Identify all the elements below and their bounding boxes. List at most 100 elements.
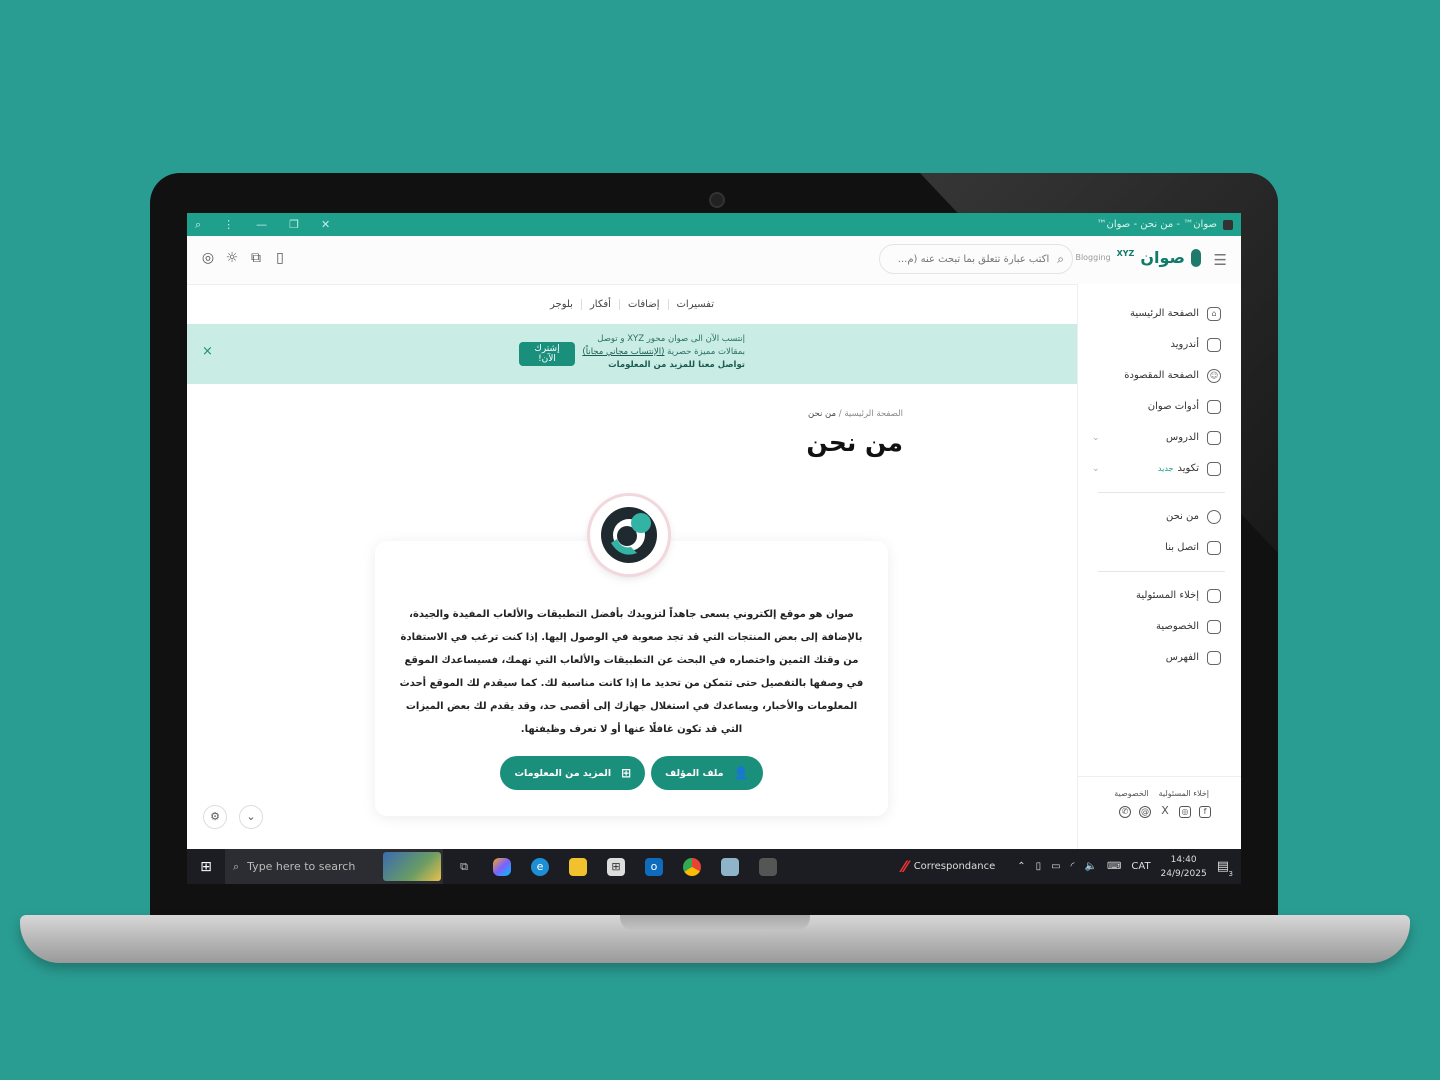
sidebar-item-lessons[interactable]: الدروس ⌄ bbox=[1078, 422, 1241, 453]
sidebar-item-about[interactable]: من نحن bbox=[1078, 501, 1241, 532]
subnav-item[interactable]: تفسيرات bbox=[667, 298, 723, 310]
logo-mark bbox=[1191, 248, 1201, 267]
copilot-icon[interactable] bbox=[493, 857, 511, 876]
clock-date: 24/9/2025 bbox=[1160, 868, 1207, 879]
sidebar-item-privacy[interactable]: الخصوصية bbox=[1078, 611, 1241, 642]
lessons-icon bbox=[1207, 430, 1221, 445]
tools-icon bbox=[1207, 399, 1221, 414]
breadcrumb-separator: / bbox=[838, 409, 842, 419]
breadcrumb-home[interactable]: الصفحة الرئيسية bbox=[844, 409, 903, 419]
subscribe-button[interactable]: إشترك الآن! bbox=[519, 342, 575, 366]
tray-app[interactable]: ⁄⁄ Correspondance bbox=[902, 857, 995, 876]
sidebar-item-index[interactable]: الفهرس bbox=[1078, 642, 1241, 673]
close-icon[interactable]: ✕ bbox=[321, 218, 330, 232]
logo-text: صوان bbox=[1140, 248, 1185, 267]
theme-sun-icon[interactable]: ☼ bbox=[225, 250, 239, 266]
sidebar-item-landing[interactable]: ☺ الصفحة المقصودة bbox=[1078, 360, 1241, 391]
x-icon[interactable]: X bbox=[1159, 805, 1171, 818]
subnav-item[interactable]: بلوجر bbox=[542, 299, 581, 310]
settings-icon[interactable]: ⚙ bbox=[203, 805, 227, 829]
more-info-button[interactable]: ⊞ المزيد من المعلومات bbox=[500, 756, 646, 790]
chrome-icon[interactable] bbox=[683, 857, 701, 876]
sidebar-item-coding[interactable]: تكويد جديد ⌄ bbox=[1078, 453, 1241, 484]
search-icon[interactable]: ⌕ bbox=[195, 218, 201, 232]
volume-icon[interactable]: 🔈 bbox=[1085, 861, 1097, 872]
chevron-down-icon[interactable]: ⌄ bbox=[239, 805, 263, 829]
logo-mark-icon bbox=[601, 507, 657, 563]
whatsapp-icon[interactable]: ✆ bbox=[1119, 806, 1131, 818]
sidebar-item-android[interactable]: أندرويد bbox=[1078, 329, 1241, 360]
chevron-down-icon[interactable]: ⌄ bbox=[1092, 433, 1100, 443]
task-view-icon[interactable]: ⧉ bbox=[455, 858, 473, 876]
sidebar-item-label: تكويد bbox=[1177, 463, 1199, 474]
sidebar-item-home[interactable]: ⌂ الصفحة الرئيسية bbox=[1078, 298, 1241, 329]
footer-link-disclaimer[interactable]: إخلاء المسئولية bbox=[1159, 789, 1209, 798]
sidebar-item-label: الصفحة الرئيسية bbox=[1130, 308, 1199, 319]
edge-icon[interactable]: e bbox=[531, 857, 549, 876]
file-explorer-icon[interactable] bbox=[569, 857, 587, 876]
search-input[interactable] bbox=[888, 252, 1052, 266]
device-icon[interactable]: ▯ bbox=[1036, 861, 1042, 872]
account-icon[interactable]: ◎ bbox=[201, 250, 215, 266]
wifi-icon[interactable]: ◜ bbox=[1071, 861, 1075, 872]
search-icon[interactable]: ⌕ bbox=[1057, 252, 1064, 267]
site-avatar bbox=[590, 496, 668, 574]
windows-start-icon[interactable]: ⊞ bbox=[187, 859, 225, 875]
banner-line2: بمقالات مميزة حصرية bbox=[667, 347, 745, 357]
logo-subtitle: Blogging bbox=[1075, 253, 1111, 262]
subnav-item[interactable]: إضافات bbox=[618, 298, 668, 310]
clock[interactable]: 14:40 24/9/2025 bbox=[1161, 853, 1207, 881]
notifications-icon[interactable]: ▤ 3 bbox=[1217, 859, 1233, 878]
author-profile-label: ملف المؤلف bbox=[665, 767, 724, 779]
tray-app-label: Correspondance bbox=[913, 861, 996, 872]
outlook-icon[interactable]: o bbox=[645, 857, 663, 876]
keyboard-icon[interactable]: ⌨ bbox=[1107, 861, 1121, 872]
about-text: صوان هو موقع إلكتروني يسعى جاهداً لتزويد… bbox=[399, 609, 864, 735]
chevron-down-icon[interactable]: ⌄ bbox=[1092, 464, 1100, 474]
footer-link-privacy[interactable]: الخصوصية bbox=[1114, 789, 1148, 798]
window-titlebar: صوان™ - من نحن - صوان™ ⌕ ⋮ — ❐ ✕ bbox=[187, 213, 1241, 236]
subnav-item[interactable]: أفكار bbox=[580, 298, 619, 310]
menu-dots-icon[interactable]: ⋮ bbox=[223, 218, 234, 232]
banner-text: إنتسب الآن الى صوان محور XYZ و توصل بمقا… bbox=[582, 333, 745, 372]
chevron-up-icon[interactable]: ⌃ bbox=[1017, 861, 1025, 872]
app-icon[interactable] bbox=[721, 857, 739, 876]
site-logo[interactable]: صوان XYZ Blogging bbox=[1075, 248, 1201, 267]
instagram-icon[interactable]: ◎ bbox=[1179, 806, 1191, 818]
threads-icon[interactable]: @ bbox=[1139, 806, 1151, 818]
translate-icon[interactable]: ⧉ bbox=[249, 250, 263, 266]
bookmark-icon[interactable]: ▯ bbox=[273, 250, 287, 266]
sidebar-item-label: الدروس bbox=[1166, 432, 1199, 443]
user-icon: 👤 bbox=[733, 766, 749, 780]
close-icon[interactable]: × bbox=[202, 344, 213, 359]
sidebar-item-contact[interactable]: اتصل بنا bbox=[1078, 532, 1241, 563]
logo-superscript: XYZ bbox=[1116, 249, 1135, 258]
sidebar-item-tools[interactable]: أدوات صوان bbox=[1078, 391, 1241, 422]
restore-icon[interactable]: ❐ bbox=[289, 218, 299, 232]
app-icon[interactable] bbox=[759, 857, 777, 876]
store-icon[interactable]: ⊞ bbox=[607, 857, 625, 876]
sidebar-divider bbox=[1098, 571, 1225, 572]
search-highlight-image bbox=[383, 852, 441, 881]
author-profile-button[interactable]: 👤 ملف المؤلف bbox=[651, 756, 763, 790]
app-icon bbox=[1223, 219, 1233, 230]
language-indicator[interactable]: CAT bbox=[1131, 861, 1150, 872]
breadcrumb: الصفحة الرئيسية / من نحن bbox=[808, 409, 903, 419]
laptop-base bbox=[20, 915, 1410, 963]
minimize-icon[interactable]: — bbox=[256, 218, 267, 232]
plus-icon: ⊞ bbox=[621, 766, 632, 780]
sidebar-item-label: إخلاء المسئولية bbox=[1136, 590, 1199, 601]
search-icon: ⌕ bbox=[233, 859, 240, 873]
hamburger-menu-icon[interactable]: ☰ bbox=[1214, 251, 1227, 269]
taskbar-search[interactable]: ⌕ Type here to search bbox=[225, 849, 443, 884]
battery-icon[interactable]: ▭ bbox=[1051, 861, 1060, 872]
sidebar-item-label: أندرويد bbox=[1170, 339, 1199, 350]
page-title: من نحن bbox=[806, 428, 903, 457]
doc-icon bbox=[1207, 619, 1221, 634]
banner-link[interactable]: (الإنتساب مجاني مجاناً) bbox=[582, 347, 664, 357]
sidebar-item-disclaimer[interactable]: إخلاء المسئولية bbox=[1078, 580, 1241, 611]
facebook-icon[interactable]: f bbox=[1199, 806, 1211, 818]
search-box[interactable]: ⌕ bbox=[879, 244, 1073, 274]
webcam bbox=[709, 192, 725, 208]
sidebar: ⌂ الصفحة الرئيسية أندرويد ☺ الصفحة المقصود… bbox=[1077, 284, 1241, 849]
